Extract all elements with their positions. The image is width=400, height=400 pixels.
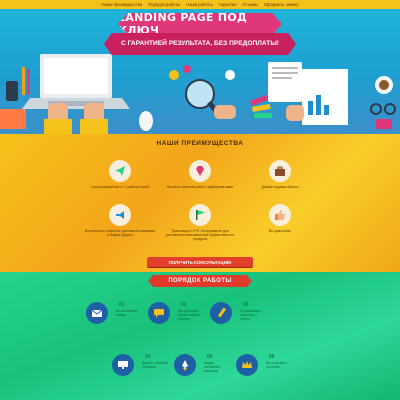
step-number: 03 xyxy=(243,302,249,308)
cloud-icon xyxy=(225,70,235,80)
dot-icon xyxy=(183,65,191,73)
laptop-icon xyxy=(22,54,130,109)
megaphone-icon xyxy=(109,204,131,226)
step-number: 01 xyxy=(119,302,125,308)
advantage-item: Бесплатная стоимость рекламной кампании … xyxy=(85,204,155,237)
envelope-icon xyxy=(86,302,108,324)
nav-item-order[interactable]: Оформить заявку xyxy=(264,2,299,7)
advantage-item: Трансляция LP+Е тестирование для достиже… xyxy=(165,204,235,241)
advantage-item: Дизайн под ваш бизнес xyxy=(245,160,315,189)
advantage-text: Дизайн под ваш бизнес xyxy=(261,185,299,189)
thumbs-up-icon xyxy=(269,204,291,226)
hero-title-ribbon: LANDING PAGE ПОД КЛЮЧ xyxy=(118,13,282,35)
phone-icon xyxy=(6,81,18,101)
briefcase-icon xyxy=(269,160,291,182)
step-text: Запуск рекламной кампании xyxy=(204,361,221,373)
monitor-icon xyxy=(112,354,134,376)
advantage-text: Сроки разработки от 7 рабочих дней xyxy=(91,185,149,189)
report-icon xyxy=(302,69,348,125)
diamond-icon xyxy=(189,160,211,182)
nav-item-works[interactable]: Наши работы xyxy=(186,2,212,7)
pen-icon xyxy=(27,69,30,95)
rocket-icon xyxy=(174,354,196,376)
advantage-item: Вы довольны! xyxy=(245,204,315,233)
step-number: 04 xyxy=(145,354,151,360)
get-consultation-button[interactable]: ПОЛУЧИТЬ КОНСУЛЬТАЦИЮ xyxy=(147,257,253,267)
chart-icon xyxy=(169,70,179,80)
crown-icon xyxy=(236,354,258,376)
step-text: Мы проводим анализ вашего бизнеса xyxy=(178,309,200,321)
advantage-item: Высокое качество работ подбираем вами xyxy=(165,160,235,189)
step-number: 02 xyxy=(181,302,187,308)
chat-icon xyxy=(148,302,170,324)
writing-hand-icon xyxy=(286,105,304,121)
sticky-note-icon xyxy=(376,119,392,129)
advantage-text: Вы довольны! xyxy=(268,229,292,233)
hand-icon xyxy=(214,105,236,119)
step-text: Прописываем структуру и тексты xyxy=(240,309,261,321)
process-title: ПОРЯДОК РАБОТЫ xyxy=(168,278,232,284)
hero-subtitle-ribbon: С ГАРАНТИЕЙ РЕЗУЛЬТАТА, БЕЗ ПРЕДОПЛАТЫ! xyxy=(104,33,296,55)
step-text: Дизайн и вёрстка страницы xyxy=(142,361,168,369)
pencil-icon xyxy=(210,302,232,324)
process-title-ribbon: ПОРЯДОК РАБОТЫ xyxy=(148,275,252,287)
advantages-title: НАШИ ПРЕИМУЩЕСТВА xyxy=(156,140,244,147)
step-text: Вы получаете клиентов xyxy=(266,361,287,369)
nav-item-reviews[interactable]: Отзывы xyxy=(243,2,258,7)
step-text: Вы оставляете заявку xyxy=(116,309,138,317)
advantage-text: Бесплатная стоимость рекламной кампании … xyxy=(85,229,155,237)
nav-item-guarantees[interactable]: Гарантии xyxy=(219,2,237,7)
landing-page: Наши преимущества Порядок работы Наши ра… xyxy=(0,0,400,400)
step-number: 06 xyxy=(269,354,275,360)
mouse-icon xyxy=(139,111,153,131)
glasses-icon xyxy=(370,103,396,115)
nav-item-process[interactable]: Порядок работы xyxy=(148,2,180,7)
hero-section: LANDING PAGE ПОД КЛЮЧ С ГАРАНТИЕЙ РЕЗУЛЬ… xyxy=(0,9,400,134)
paper-plane-icon xyxy=(109,160,131,182)
nav-item-advantages[interactable]: Наши преимущества xyxy=(102,2,143,7)
cta-label: ПОЛУЧИТЬ КОНСУЛЬТАЦИЮ xyxy=(168,259,232,265)
advantage-item: Сроки разработки от 7 рабочих дней xyxy=(85,160,155,189)
advantage-text: Высокое качество работ подбираем вами xyxy=(167,185,233,189)
advantage-text: Трансляция LP+Е тестирование для достиже… xyxy=(165,229,235,241)
top-nav: Наши преимущества Порядок работы Наши ра… xyxy=(0,0,400,9)
flag-icon xyxy=(189,204,211,226)
notebook-icon xyxy=(0,109,26,129)
step-number: 05 xyxy=(207,354,213,360)
advantages-section: НАШИ ПРЕИМУЩЕСТВА Сроки разработки от 7 … xyxy=(0,134,400,272)
hero-subtitle: С ГАРАНТИЕЙ РЕЗУЛЬТАТА, БЕЗ ПРЕДОПЛАТЫ! xyxy=(120,40,279,47)
process-section: ПОРЯДОК РАБОТЫ 01 Вы оставляете заявку 0… xyxy=(0,272,400,400)
pencil-icon xyxy=(22,67,25,95)
